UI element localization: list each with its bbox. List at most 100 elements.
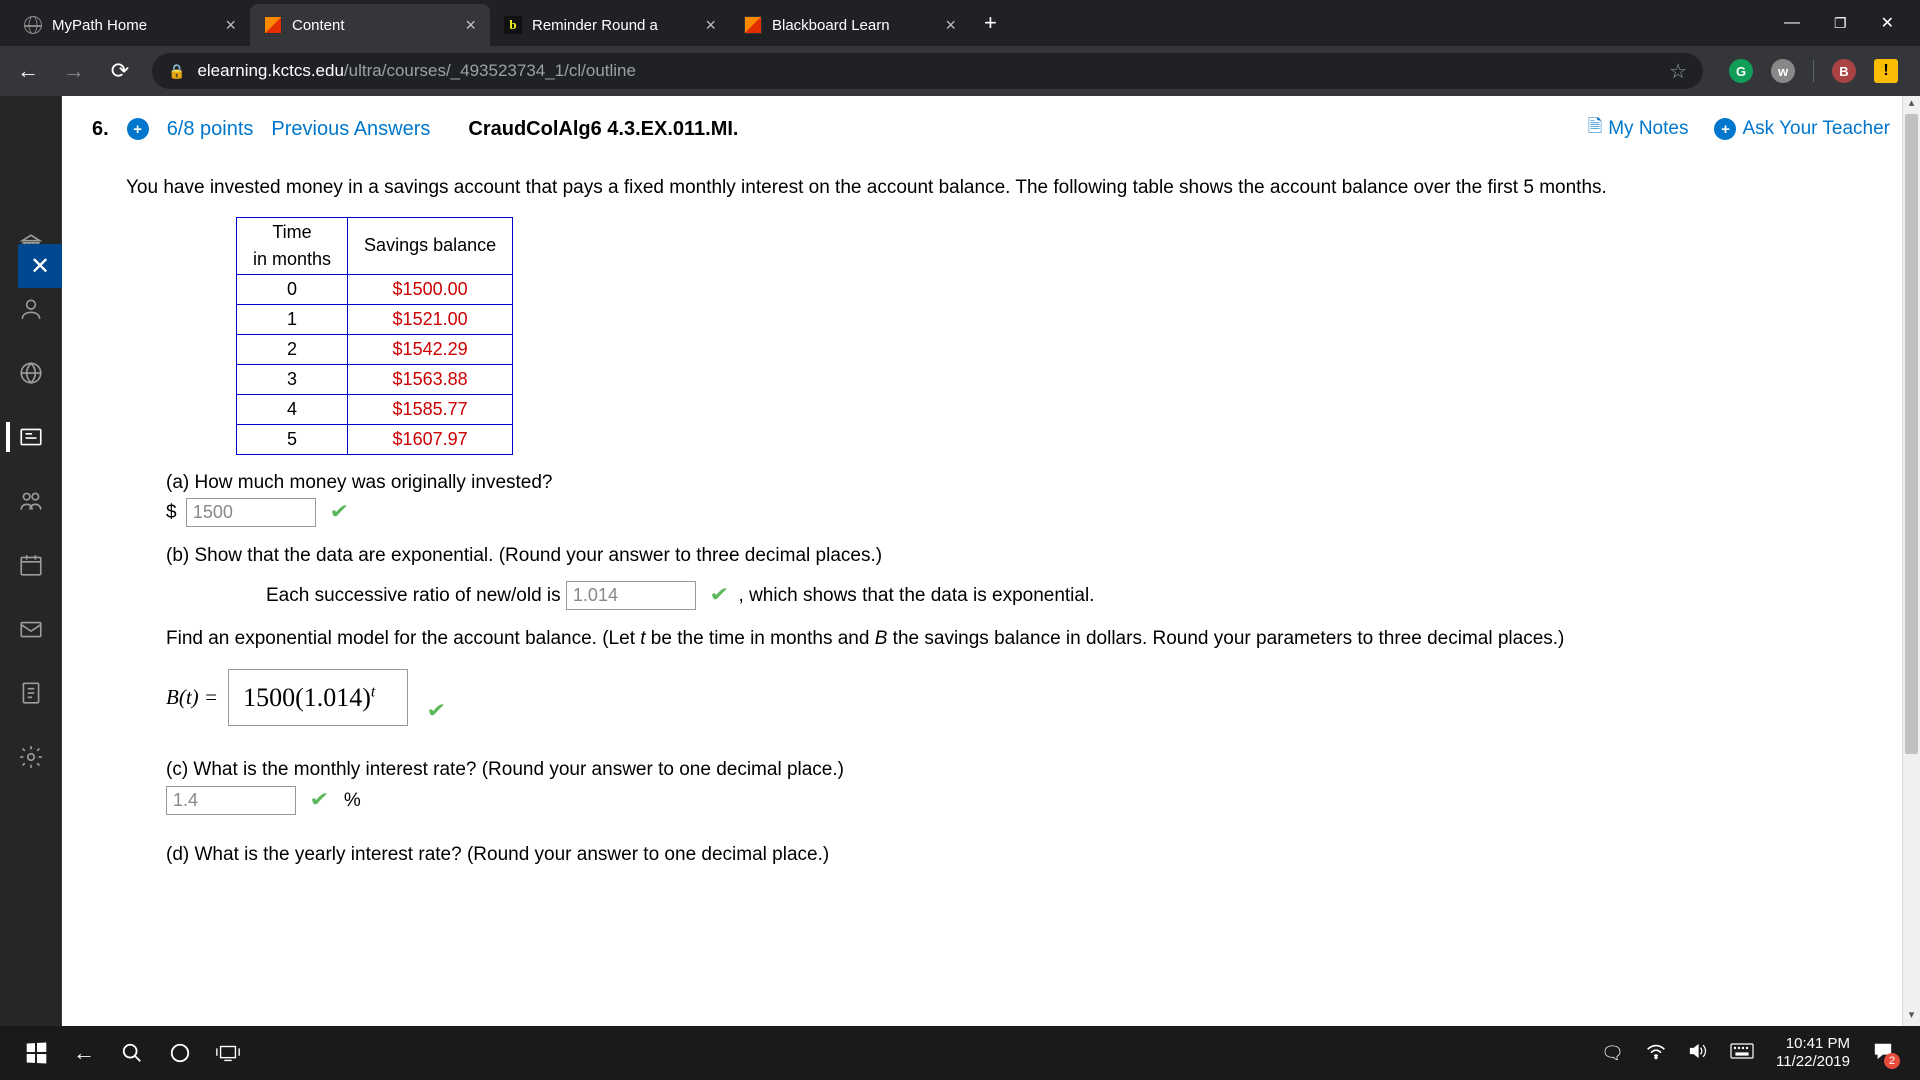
ask-teacher-link[interactable]: + Ask Your Teacher xyxy=(1714,118,1890,140)
close-icon[interactable]: × xyxy=(945,15,956,36)
part-a: (a) How much money was originally invest… xyxy=(166,469,1856,528)
part-b-input[interactable] xyxy=(566,581,696,610)
search-icon[interactable] xyxy=(108,1029,156,1077)
windows-logo-icon xyxy=(27,1042,47,1063)
table-row: 0$1500.00 xyxy=(237,274,513,304)
ask-teacher-label: Ask Your Teacher xyxy=(1742,118,1890,140)
browser-tab[interactable]: Blackboard Learn × xyxy=(730,4,970,46)
taskbar-clock[interactable]: 10:41 PM 11/22/2019 xyxy=(1776,1035,1850,1071)
profile-icon[interactable] xyxy=(16,294,46,324)
my-notes-label: My Notes xyxy=(1608,118,1688,140)
extension-w-icon[interactable]: w xyxy=(1771,59,1795,83)
part-c: (c) What is the monthly interest rate? (… xyxy=(166,756,1856,815)
organizations-icon[interactable] xyxy=(16,486,46,516)
plus-badge-icon[interactable]: + xyxy=(127,118,149,140)
notes-icon: 🗎 xyxy=(1588,114,1602,144)
system-tray: 🗨 10:41 PM 11/22/2019 xyxy=(1601,1035,1908,1071)
table-header-time: Timein months xyxy=(237,217,348,274)
check-icon: ✔ xyxy=(329,497,349,527)
tab-label: Reminder Round a xyxy=(532,17,695,34)
scroll-down-arrow[interactable]: ▾ xyxy=(1903,1008,1920,1026)
plus-badge-icon: + xyxy=(1714,118,1736,140)
bookmark-star-icon[interactable]: ☆ xyxy=(1669,59,1687,84)
table-header-balance: Savings balance xyxy=(348,217,513,274)
courses-icon[interactable] xyxy=(6,422,48,452)
tab-label: MyPath Home xyxy=(52,17,215,34)
scrollbar-track[interactable]: ▴ ▾ xyxy=(1902,96,1920,1026)
tray-battery-icon[interactable]: 🗨 xyxy=(1601,1043,1624,1064)
close-icon[interactable]: × xyxy=(225,15,236,36)
clock-time: 10:41 PM xyxy=(1776,1035,1850,1053)
back-icon[interactable]: ← xyxy=(14,58,42,84)
forward-icon[interactable]: → xyxy=(60,58,88,84)
part-d-prompt: (d) What is the yearly interest rate? (R… xyxy=(166,841,1856,870)
tray-keyboard-icon[interactable] xyxy=(1730,1043,1754,1064)
part-c-prompt: (c) What is the monthly interest rate? (… xyxy=(166,756,1856,785)
calendar-icon[interactable] xyxy=(16,550,46,580)
task-view-icon[interactable] xyxy=(204,1029,252,1077)
part-b-prompt: (b) Show that the data are exponential. … xyxy=(166,542,1856,571)
maximize-icon[interactable]: ❐ xyxy=(1834,15,1847,32)
url-domain: elearning.kctcs.edu xyxy=(197,61,343,80)
scroll-up-arrow[interactable]: ▴ xyxy=(1903,96,1920,114)
browser-tab-active[interactable]: Content × xyxy=(250,4,490,46)
new-tab-button[interactable]: + xyxy=(970,10,1011,36)
url-input[interactable]: 🔒 elearning.kctcs.edu/ultra/courses/_493… xyxy=(152,53,1703,89)
close-icon[interactable]: × xyxy=(705,15,716,36)
grades-icon[interactable] xyxy=(16,678,46,708)
minimize-icon[interactable]: — xyxy=(1784,14,1800,32)
address-bar: ← → ⟳ 🔒 elearning.kctcs.edu/ultra/course… xyxy=(0,46,1920,96)
part-a-prompt: (a) How much money was originally invest… xyxy=(166,469,1856,498)
table-row: 3$1563.88 xyxy=(237,364,513,394)
scrollbar-thumb[interactable] xyxy=(1905,114,1918,754)
start-button[interactable] xyxy=(12,1029,60,1077)
reload-icon[interactable]: ⟳ xyxy=(106,58,134,84)
table-row: 5$1607.97 xyxy=(237,424,513,454)
part-c-input[interactable] xyxy=(166,786,296,815)
close-window-icon[interactable]: ✕ xyxy=(1881,13,1894,33)
b-favicon: b xyxy=(504,16,522,34)
tray-wifi-icon[interactable] xyxy=(1646,1042,1666,1065)
separator xyxy=(1813,60,1814,82)
tray-volume-icon[interactable] xyxy=(1688,1042,1708,1065)
model-prompt: Find an exponential model for the accoun… xyxy=(166,625,1856,654)
ratio-prefix: Each successive ratio of new/old is xyxy=(266,585,561,606)
close-icon[interactable]: × xyxy=(465,15,476,36)
globe-icon xyxy=(24,16,42,34)
cortana-icon[interactable] xyxy=(156,1029,204,1077)
activity-icon[interactable] xyxy=(16,358,46,388)
browser-tab[interactable]: MyPath Home × xyxy=(10,4,250,46)
lock-icon: 🔒 xyxy=(168,63,185,80)
my-notes-link[interactable]: 🗎 My Notes xyxy=(1588,114,1689,144)
url-path: /ultra/courses/_493523734_1/cl/outline xyxy=(344,61,636,80)
intro-text: You have invested money in a savings acc… xyxy=(126,174,1856,203)
part-b-model: Find an exponential model for the accoun… xyxy=(166,625,1856,654)
messages-icon[interactable] xyxy=(16,614,46,644)
close-panel-button[interactable]: ✕ xyxy=(18,244,62,288)
notifications-icon[interactable] xyxy=(1872,1041,1894,1066)
browser-tab-strip: MyPath Home × Content × b Reminder Round… xyxy=(0,0,1920,46)
part-a-input[interactable] xyxy=(186,498,316,527)
model-row: B(t) = 1500(1.014)t ✔ xyxy=(166,669,1856,726)
content-area: ✕ ▴ ▾ 6. + 6/8 points Previous Answers C… xyxy=(0,96,1920,1026)
previous-answers-link[interactable]: Previous Answers xyxy=(271,118,430,141)
blackboard-favicon xyxy=(744,16,762,34)
part-b: (b) Show that the data are exponential. … xyxy=(166,542,1856,611)
model-input-box[interactable]: 1500(1.014)t xyxy=(228,669,408,726)
percent-unit: % xyxy=(344,790,361,811)
extension-g-icon[interactable]: G xyxy=(1729,59,1753,83)
exercise-id: CraudColAlg6 4.3.EX.011.MI. xyxy=(468,118,738,141)
extension-alert-icon[interactable]: ! xyxy=(1874,59,1898,83)
extension-b-icon[interactable]: B xyxy=(1832,59,1856,83)
blackboard-favicon xyxy=(264,16,282,34)
extension-icons: G w B ! xyxy=(1721,59,1906,83)
window-controls: — ❐ ✕ xyxy=(1758,0,1920,46)
clock-date: 11/22/2019 xyxy=(1776,1053,1850,1071)
browser-tab[interactable]: b Reminder Round a × xyxy=(490,4,730,46)
table-row: 2$1542.29 xyxy=(237,334,513,364)
tab-label: Blackboard Learn xyxy=(772,17,935,34)
page-body: ▴ ▾ 6. + 6/8 points Previous Answers Cra… xyxy=(62,96,1920,1026)
tools-icon[interactable] xyxy=(16,742,46,772)
taskbar-back-icon[interactable]: ← xyxy=(60,1029,108,1077)
ratio-suffix: , which shows that the data is exponenti… xyxy=(739,585,1095,606)
